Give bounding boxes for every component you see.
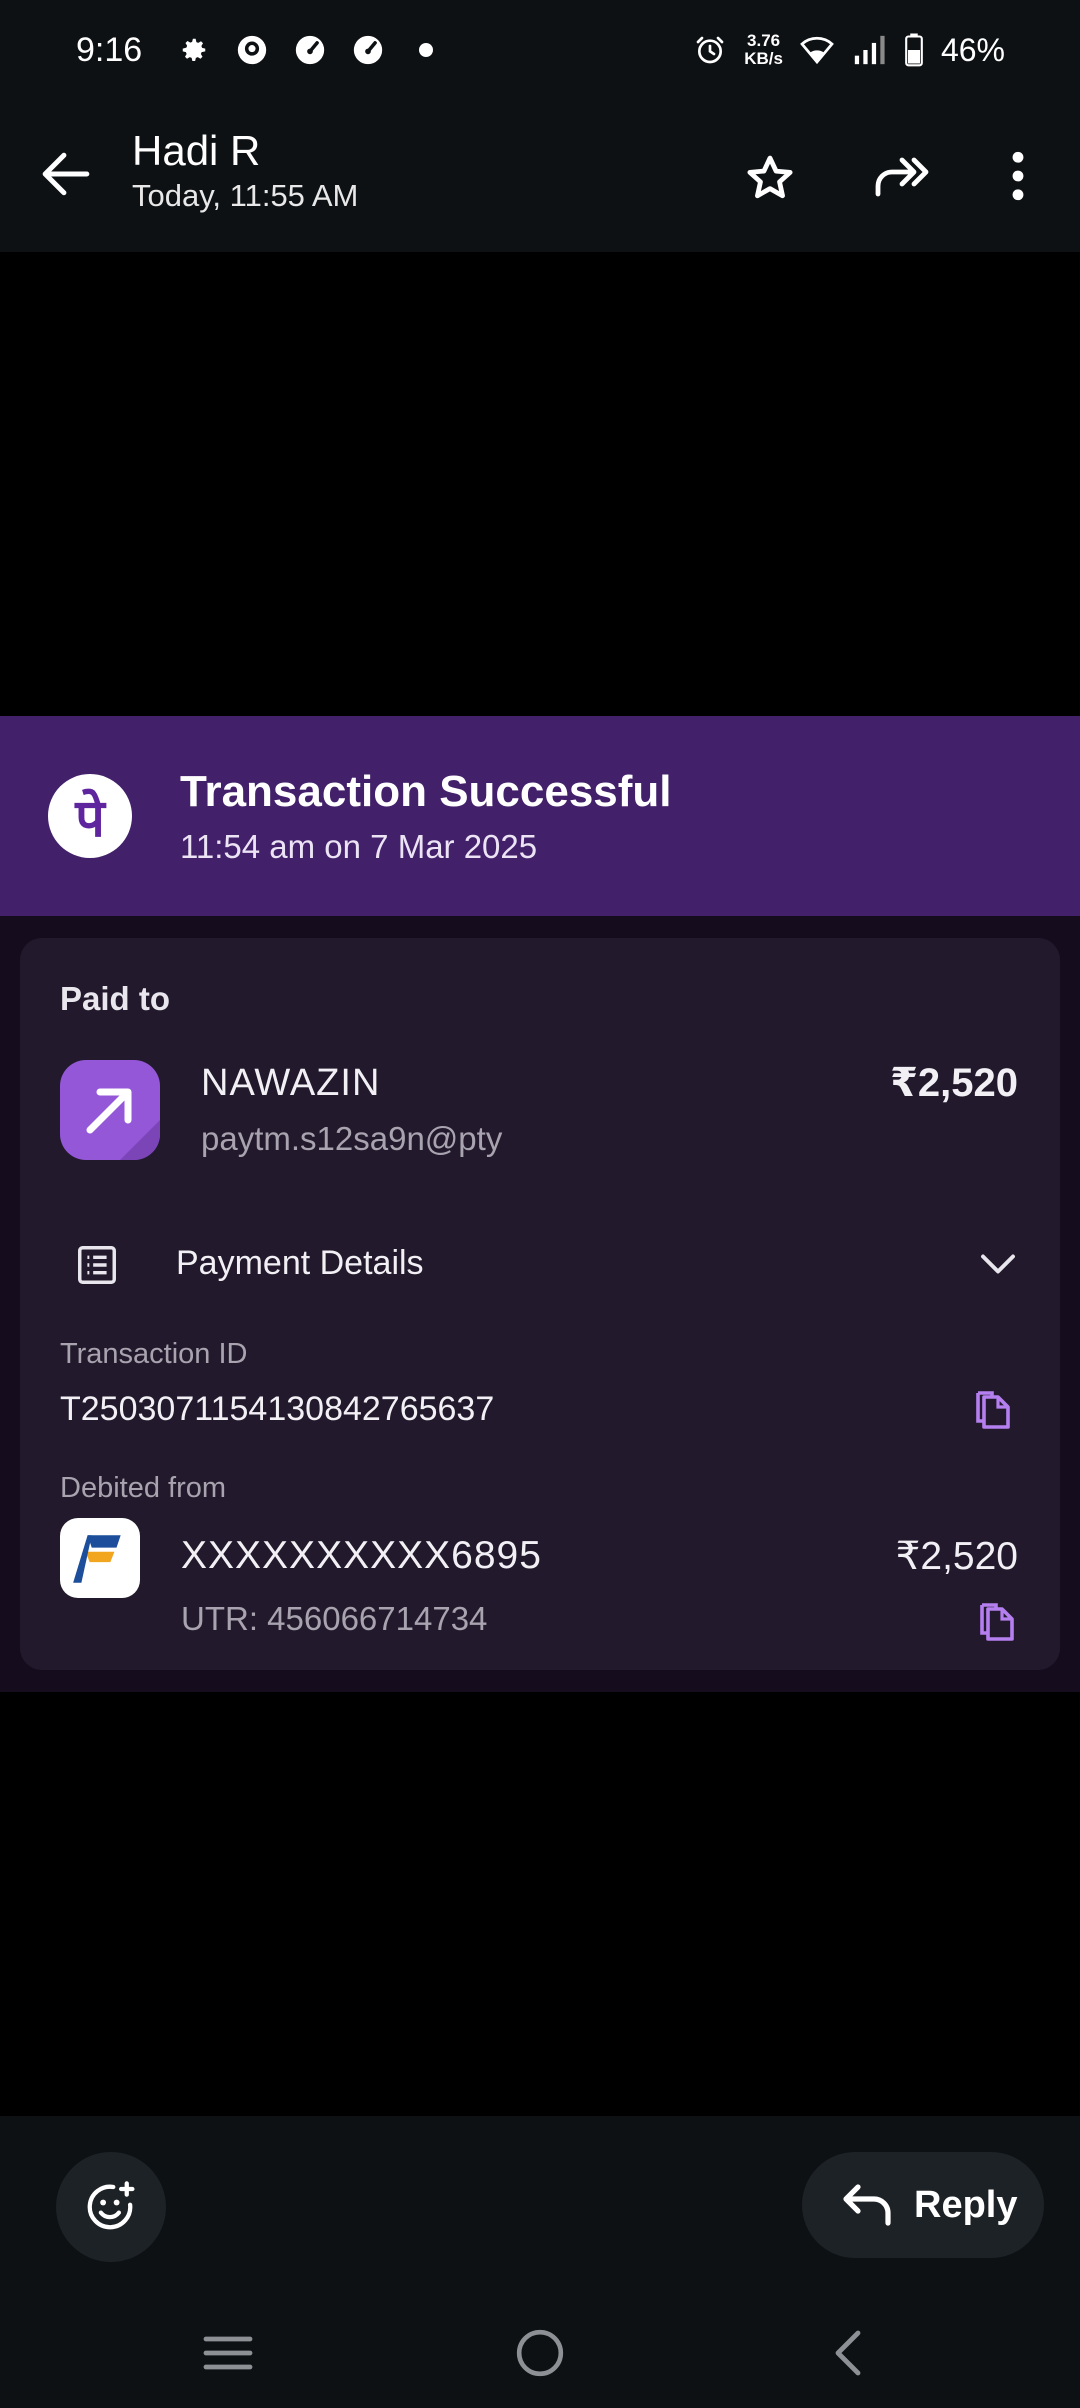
transaction-id-label: Transaction ID (60, 1338, 248, 1370)
debited-amount: ₹2,520 (895, 1535, 1018, 1578)
chat-app-icon (234, 32, 270, 68)
status-left: 9:16 (76, 31, 444, 70)
dot-icon (408, 32, 444, 68)
settings-icon (176, 32, 212, 68)
message-timestamp: Today, 11:55 AM (132, 178, 359, 213)
payee-avatar (60, 1060, 160, 1160)
speedometer-icon (292, 32, 328, 68)
net-speed: 3.76 KB/s (744, 32, 783, 68)
utr-number: UTR: 456066714734 (181, 1600, 488, 1637)
net-speed-unit: KB/s (744, 49, 783, 68)
status-time: 9:16 (76, 30, 143, 69)
status-right: 3.76 KB/s 46% (692, 32, 1005, 69)
phonepe-logo: पे (48, 774, 132, 858)
transaction-title: Transaction Successful (180, 767, 672, 816)
phonepe-logo-glyph: पे (75, 788, 105, 849)
battery-icon (903, 32, 925, 68)
status-bar: 9:16 3.76 KB/s 46% (0, 0, 1080, 100)
chevron-left-icon (835, 2330, 861, 2376)
forward-all-icon (875, 157, 929, 197)
payee-vpa: paytm.s12sa9n@pty (201, 1120, 503, 1157)
arrow-up-right-icon (86, 1088, 160, 1160)
transaction-datetime: 11:54 am on 7 Mar 2025 (180, 828, 538, 865)
copy-utr-button[interactable] (972, 1598, 1020, 1646)
sender-name: Hadi R (132, 127, 261, 174)
forward-button[interactable] (870, 144, 934, 208)
more-vertical-icon (1012, 151, 1024, 201)
signal-icon (851, 32, 887, 68)
bank-logo (60, 1518, 140, 1598)
receipt-icon (74, 1242, 120, 1288)
home-button[interactable] (500, 2318, 580, 2388)
star-icon (747, 155, 793, 199)
recent-apps-button[interactable] (188, 2318, 268, 2388)
reply-arrow-icon (843, 2184, 891, 2226)
message-view: 9:16 3.76 KB/s 46% Hadi R Today, 11:55 A… (0, 0, 1080, 2408)
header-titles: Hadi R Today, 11:55 AM (132, 126, 358, 216)
payee-name: NAWAZIN (201, 1062, 381, 1104)
copy-icon (980, 1603, 1014, 1641)
reply-button[interactable]: Reply (802, 2152, 1044, 2258)
battery-percent: 46% (940, 31, 1005, 68)
star-button[interactable] (738, 146, 802, 210)
federal-bank-logo-icon (73, 1535, 121, 1583)
paid-to-label: Paid to (60, 980, 171, 1017)
reply-label: Reply (914, 2183, 1018, 2226)
back-arrow-icon (42, 152, 90, 196)
payment-details-label: Payment Details (176, 1244, 424, 1282)
wifi-icon (799, 32, 835, 68)
payment-details-toggle[interactable]: Payment Details (60, 1228, 1020, 1300)
add-reaction-button[interactable] (56, 2152, 166, 2262)
nav-back-button[interactable] (808, 2318, 888, 2388)
emoji-add-icon (87, 2181, 135, 2230)
payee-amount: ₹2,520 (890, 1061, 1018, 1105)
more-options-button[interactable] (986, 144, 1050, 208)
debited-account-number: XXXXXXXXXX6895 (181, 1534, 542, 1577)
chevron-down-icon (976, 1242, 1020, 1286)
alarm-icon (692, 32, 728, 68)
home-circle-icon (516, 2329, 564, 2377)
back-button[interactable] (36, 144, 96, 204)
speedometer-icon (350, 32, 386, 68)
copy-icon (976, 1391, 1010, 1429)
debited-from-label: Debited from (60, 1472, 227, 1504)
net-speed-value: 3.76 (747, 31, 781, 50)
menu-lines-icon (203, 2336, 253, 2370)
copy-transaction-id-button[interactable] (968, 1386, 1016, 1434)
transaction-id-value: T2503071154130842765637 (60, 1390, 495, 1428)
